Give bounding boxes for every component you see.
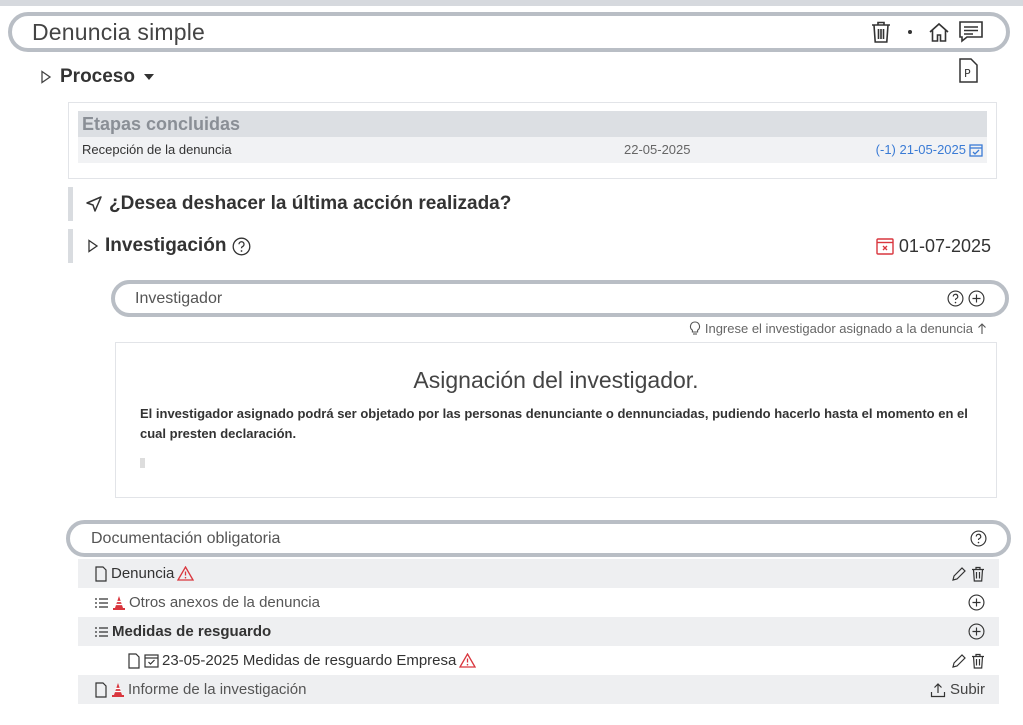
process-toggle[interactable]: Proceso [40, 66, 155, 88]
document-group-label: Medidas de resguardo [112, 623, 272, 640]
warning-icon [177, 566, 195, 581]
investigator-hint: Ingrese el investigador asignado a la de… [689, 321, 987, 336]
text-cursor [140, 458, 145, 468]
warning-icon [459, 653, 477, 668]
add-circle-icon[interactable] [968, 623, 985, 640]
upload-label: Subir [949, 681, 985, 698]
documents-list: Denuncia Otros anexos de la denuncia Med… [78, 559, 999, 704]
calendar-check-icon [969, 143, 983, 157]
investigator-actions [947, 284, 985, 313]
investigator-label: Investigador [135, 289, 223, 307]
trash-icon[interactable] [870, 20, 892, 44]
pdf-document-icon[interactable]: P [957, 58, 979, 84]
completed-stages-panel: Etapas concluidas Recepción de la denunc… [68, 102, 997, 179]
traffic-cone-icon [112, 595, 126, 611]
stage-row: Recepción de la denuncia 22-05-2025 (-1)… [78, 137, 987, 163]
undo-prompt[interactable]: ¿Desea deshacer la última acción realiza… [68, 187, 997, 221]
header-actions [870, 16, 984, 48]
document-actions [951, 646, 985, 675]
assignment-info-panel: Asignación del investigador. El investig… [115, 342, 997, 498]
stage-name: Recepción de la denuncia [82, 142, 232, 157]
mandatory-docs-header: Documentación obligatoria [66, 520, 1011, 557]
mandatory-docs-label: Documentación obligatoria [91, 529, 281, 547]
lightbulb-icon [689, 321, 701, 336]
stage-due[interactable]: (-1) 21-05-2025 [876, 137, 983, 163]
undo-question: ¿Desea deshacer la última acción realiza… [109, 193, 512, 214]
list-icon [94, 626, 109, 638]
document-label: 23-05-2025 Medidas de resguardo Empresa [162, 652, 457, 669]
calendar-check-icon [144, 653, 159, 668]
process-label: Proceso [60, 66, 135, 87]
investigation-date: 01-07-2025 [898, 235, 991, 256]
upload-button[interactable]: Subir [930, 675, 985, 704]
mandatory-docs-actions [970, 524, 987, 553]
case-header: Denuncia simple [8, 12, 1010, 52]
pencil-icon[interactable] [951, 566, 967, 582]
upload-icon [930, 682, 946, 698]
document-group-row[interactable]: Medidas de resguardo [78, 617, 999, 646]
document-actions [951, 559, 985, 588]
help-icon[interactable] [232, 237, 251, 256]
caret-right-icon [40, 70, 52, 84]
top-bar [0, 0, 1023, 6]
investigation-stage[interactable]: Investigación 01-07-2025 [68, 229, 997, 263]
send-arrow-icon [85, 195, 103, 213]
arrow-up-icon [977, 322, 987, 335]
calendar-x-icon [876, 237, 894, 255]
add-circle-icon[interactable] [968, 290, 985, 307]
separator-dot [908, 30, 912, 34]
document-group-label: Otros anexos de la denuncia [129, 594, 320, 611]
file-icon [94, 681, 108, 698]
trash-icon[interactable] [971, 566, 985, 582]
file-icon [94, 565, 108, 582]
document-actions [968, 588, 985, 617]
investigation-deadline: 01-07-2025 [876, 229, 991, 263]
investigator-field[interactable]: Investigador [111, 280, 1009, 317]
help-icon[interactable] [947, 290, 964, 307]
assignment-body: El investigador asignado podrá ser objet… [140, 406, 968, 441]
help-icon[interactable] [970, 530, 987, 547]
completed-stages-heading: Etapas concluidas [78, 111, 987, 137]
investigation-label: Investigación [105, 235, 227, 256]
pencil-icon[interactable] [951, 653, 967, 669]
svg-text:P: P [964, 67, 971, 80]
document-row[interactable]: Informe de la investigación Subir [78, 675, 999, 704]
document-label: Informe de la investigación [128, 681, 307, 698]
add-circle-icon[interactable] [968, 594, 985, 611]
stage-due-text: (-1) 21-05-2025 [875, 142, 966, 157]
stage-date: 22-05-2025 [624, 142, 691, 157]
traffic-cone-icon [111, 682, 125, 698]
chevron-down-icon [143, 73, 155, 81]
caret-right-icon [87, 239, 99, 253]
investigator-hint-text: Ingrese el investigador asignado a la de… [704, 321, 973, 336]
document-group-row[interactable]: Otros anexos de la denuncia [78, 588, 999, 617]
comments-icon[interactable] [958, 20, 984, 44]
trash-icon[interactable] [971, 653, 985, 669]
case-title: Denuncia simple [32, 18, 206, 45]
home-icon[interactable] [928, 21, 950, 43]
file-icon [127, 652, 141, 669]
document-row[interactable]: Denuncia [78, 559, 999, 588]
list-icon [94, 597, 109, 609]
document-label: Denuncia [111, 565, 175, 582]
document-row[interactable]: 23-05-2025 Medidas de resguardo Empresa [78, 646, 999, 675]
document-actions [968, 617, 985, 646]
assignment-heading: Asignación del investigador. [413, 367, 699, 393]
